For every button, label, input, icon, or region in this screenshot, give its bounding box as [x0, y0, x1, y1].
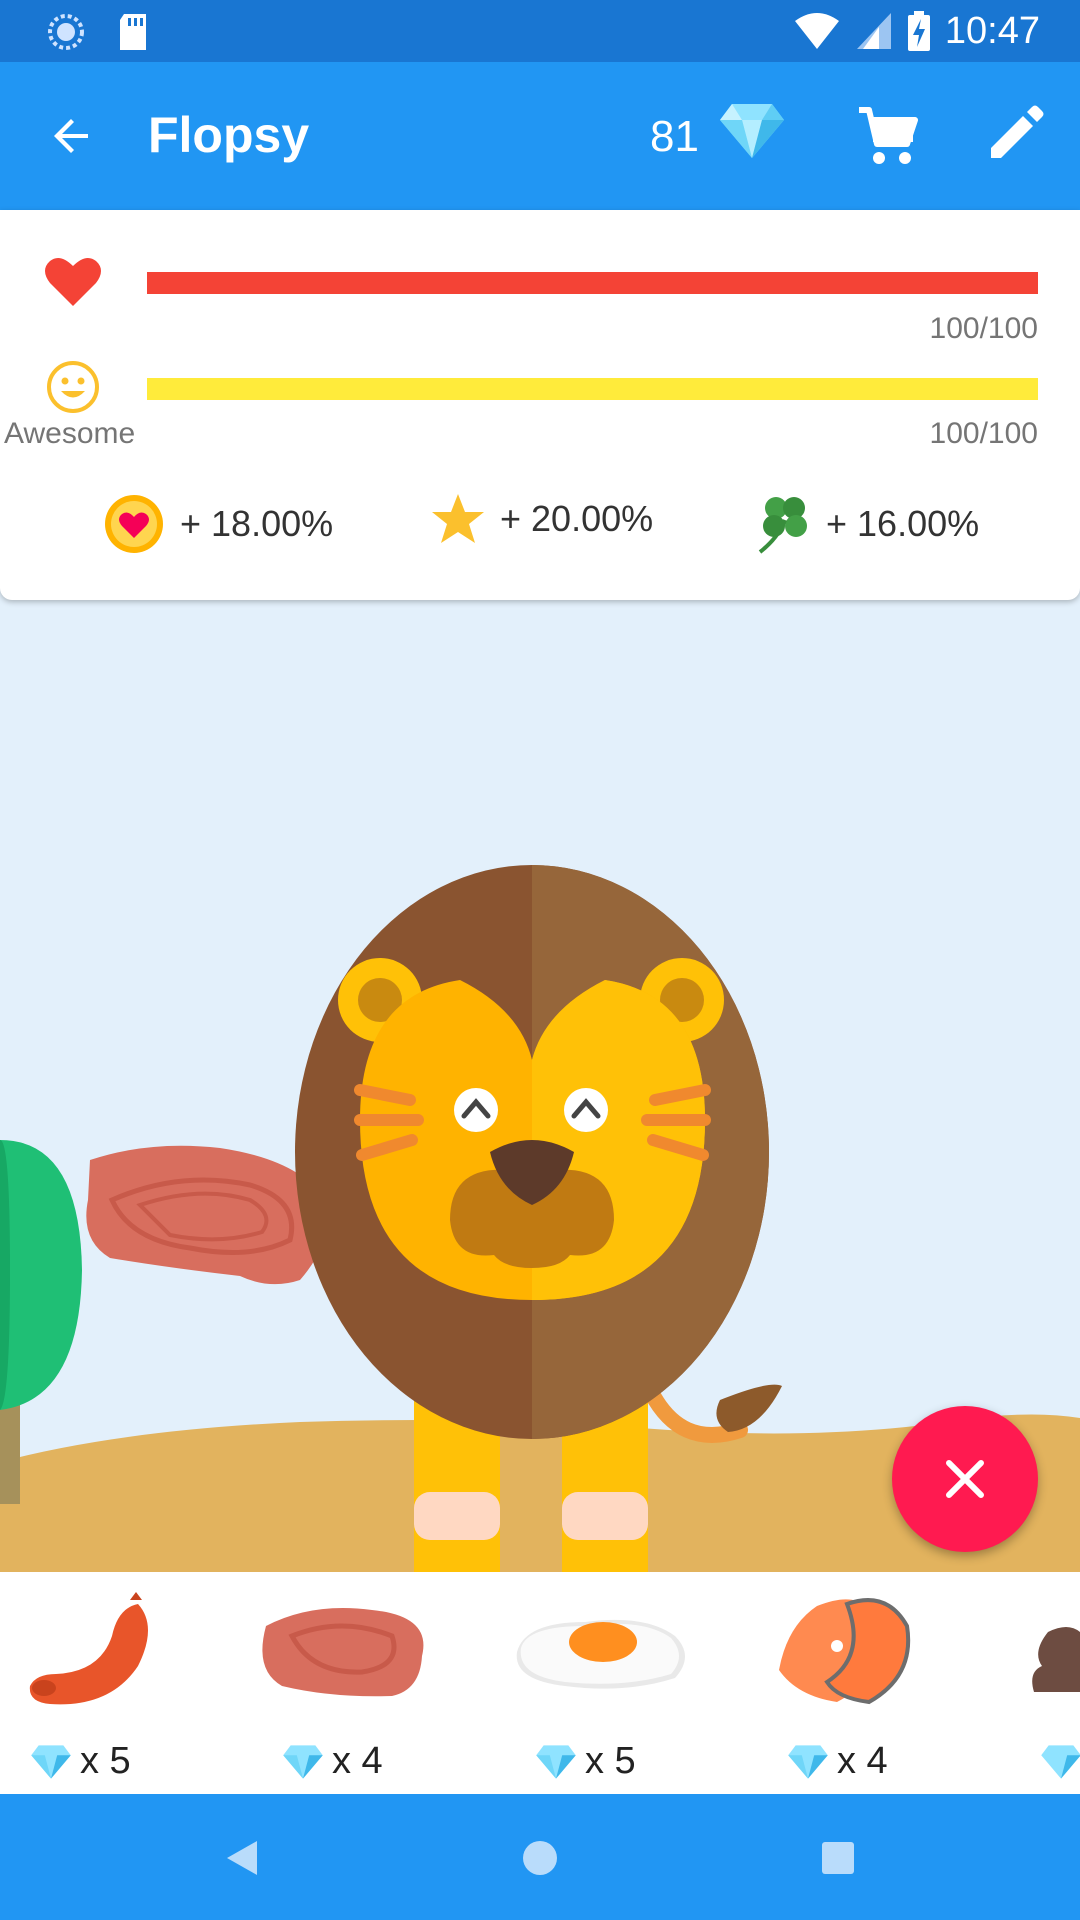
food-item-salmon[interactable]: x 4: [757, 1572, 967, 1794]
health-bonus-text: + 18.00%: [180, 503, 334, 544]
food-item-sausage[interactable]: x 5: [0, 1572, 210, 1794]
star-icon: [432, 494, 484, 543]
arrow-back-icon: [54, 119, 88, 153]
salmon-icon: [779, 1598, 911, 1705]
fried-egg-icon: [516, 1619, 685, 1689]
diamond-icon: [1041, 1745, 1080, 1779]
heart-icon: [45, 257, 101, 306]
cart-icon: [859, 107, 918, 164]
cell-signal-icon: [856, 13, 891, 49]
shop-cart-button[interactable]: [855, 104, 921, 170]
gem-count: 81: [650, 112, 699, 161]
food-price: x 5: [535, 1740, 636, 1783]
nav-recents-icon: [822, 1842, 854, 1874]
close-feed-button[interactable]: [892, 1406, 1038, 1552]
food-item-chocolate[interactable]: [1010, 1572, 1080, 1794]
diamond-icon: [536, 1744, 576, 1779]
nav-back-icon: [227, 1841, 257, 1875]
health-bonus: + 18.00%: [102, 492, 333, 556]
smiley-icon: [47, 361, 99, 413]
steak-food-illustration: [86, 1145, 328, 1285]
luck-bonus: + 16.00%: [756, 492, 979, 556]
heart-coin-icon: [105, 495, 163, 553]
nav-back-button[interactable]: [210, 1826, 274, 1890]
battery-charging-icon: [907, 11, 930, 51]
nav-home-button[interactable]: [508, 1826, 572, 1890]
sync-icon: [48, 14, 84, 50]
food-price: x 5: [30, 1740, 131, 1783]
xp-bonus-text: + 20.00%: [500, 498, 654, 539]
food-price-text: x 4: [837, 1740, 888, 1782]
pencil-icon: [991, 105, 1044, 158]
edit-button[interactable]: [985, 104, 1045, 164]
diamond-icon: [283, 1744, 323, 1779]
system-nav-bar: [0, 1794, 1080, 1920]
food-item-fried-egg[interactable]: x 5: [505, 1572, 715, 1794]
sd-card-icon: [120, 14, 146, 50]
wifi-icon: [794, 13, 839, 49]
pet-name: Flopsy: [148, 107, 310, 163]
health-bar: [147, 272, 1038, 294]
health-value: 100/100: [929, 312, 1038, 345]
diamond-icon: [788, 1744, 828, 1779]
food-price-text: x 5: [80, 1740, 131, 1782]
food-price-text: x 5: [585, 1740, 636, 1782]
food-price: x 4: [282, 1740, 383, 1783]
mood-bar-fill: [147, 378, 1038, 400]
mood-label: Awesome: [4, 417, 136, 450]
xp-bonus: + 20.00%: [430, 492, 653, 546]
app-bar: Flopsy 81: [0, 62, 1080, 210]
clover-icon: [758, 497, 807, 554]
luck-bonus-text: + 16.00%: [826, 503, 980, 544]
nav-home-icon: [523, 1841, 557, 1875]
nav-recents-button[interactable]: [806, 1826, 870, 1890]
food-tray: x 5 x 4 x 5 x 4: [0, 1572, 1080, 1794]
food-item-steak[interactable]: x 4: [252, 1572, 462, 1794]
food-price: x 4: [787, 1740, 888, 1783]
status-bar: 10:47: [0, 0, 1080, 62]
sausage-icon: [29, 1592, 149, 1705]
stats-card: 100/100 Awesome 100/100 + 18.00% + 20.00…: [0, 210, 1080, 600]
diamond-icon: [31, 1744, 71, 1779]
close-icon: [946, 1460, 984, 1498]
diamond-icon: [720, 104, 784, 158]
health-bar-fill: [147, 272, 1038, 294]
back-button[interactable]: [40, 104, 104, 168]
food-price-text: x 4: [332, 1740, 383, 1782]
status-time: 10:47: [944, 9, 1040, 52]
steak-icon: [262, 1608, 424, 1697]
mood-bar: [147, 378, 1038, 400]
mood-value: 100/100: [929, 417, 1038, 450]
chocolate-icon: [1032, 1627, 1080, 1692]
